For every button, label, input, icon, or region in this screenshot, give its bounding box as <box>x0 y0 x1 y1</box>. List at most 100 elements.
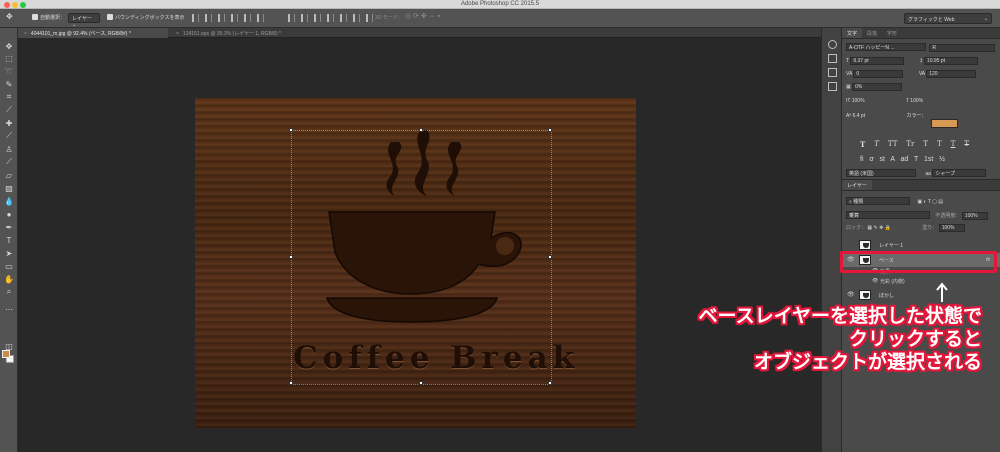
effect-eye-icon[interactable]: 👁 <box>872 278 878 284</box>
move-tool-icon[interactable]: ✥ <box>6 12 13 21</box>
stamp-tool-icon[interactable]: ♙ <box>4 144 14 154</box>
layer-filter-select[interactable]: ⌕ 種類 <box>846 197 910 205</box>
canvas-area[interactable]: Coffee Break <box>18 38 821 452</box>
fill-label: 塗り： <box>922 225 938 231</box>
auto-select-checkbox[interactable]: 自動選択： <box>32 14 65 21</box>
transform-handle[interactable] <box>548 255 552 259</box>
filter-icons[interactable]: ▣ ◐ T ▢ ▤ <box>917 199 943 205</box>
language-select[interactable]: 英語 (米国) <box>846 169 916 177</box>
annotation-line-2: クリックすると <box>848 328 982 350</box>
dodge-tool-icon[interactable]: ● <box>4 209 14 219</box>
tab-paragraph[interactable]: 段落 <box>862 28 882 38</box>
quick-select-tool-icon[interactable]: ✎ <box>4 79 14 89</box>
underline-button[interactable]: T <box>951 140 956 149</box>
transform-handle[interactable] <box>289 128 293 132</box>
transform-handle[interactable] <box>548 128 552 132</box>
transform-handle[interactable] <box>419 381 423 385</box>
fill-field[interactable]: 100% <box>938 224 965 232</box>
opacity-field[interactable]: 100% <box>961 212 988 220</box>
zoom-tool-icon[interactable]: ⌕ <box>4 287 14 297</box>
tab-layers[interactable]: レイヤー <box>842 180 872 190</box>
font-size-field[interactable]: 9.37 pt <box>850 57 905 65</box>
transform-handle[interactable] <box>289 255 293 259</box>
close-icon[interactable]: × <box>24 31 27 37</box>
layer-thumbnail <box>859 240 871 250</box>
type-tool-icon[interactable]: T <box>4 235 14 245</box>
lasso-tool-icon[interactable]: ➰ <box>4 66 14 76</box>
blur-tool-icon[interactable]: 💧 <box>4 196 14 206</box>
transform-handle[interactable] <box>548 381 552 385</box>
screen-mode-icon[interactable]: ▭ <box>4 354 14 364</box>
auto-select-target-select[interactable]: レイヤー ⌄ <box>68 13 100 28</box>
blend-mode-select[interactable]: 乗算 <box>846 211 930 219</box>
visibility-eye-icon[interactable]: 👁 <box>847 291 855 298</box>
tab-glyphs[interactable]: 字形 <box>882 28 902 38</box>
path-select-tool-icon[interactable]: ➤ <box>4 248 14 258</box>
font-family-select[interactable]: A-OTF ハッピーN ... <box>846 43 926 51</box>
brush-tool-icon[interactable]: ⟋ <box>4 131 14 141</box>
bounding-box-checkbox[interactable]: バウンディングボックスを表示 <box>107 14 185 21</box>
font-style-select[interactable]: R <box>929 44 996 52</box>
layer-thumbnail <box>859 290 871 300</box>
superscript-button[interactable]: T <box>923 140 928 149</box>
eraser-tool-icon[interactable]: ▱ <box>4 170 14 180</box>
adjustments-icon[interactable] <box>828 54 837 63</box>
transform-handle[interactable] <box>289 381 293 385</box>
move-tool-icon[interactable]: ✥ <box>4 41 14 51</box>
3d-orbit-icon[interactable]: ◎ ⟳ ✥ ⇔ ▪ <box>405 12 440 20</box>
libraries-icon[interactable] <box>828 82 837 91</box>
crop-tool-icon[interactable]: ⌗ <box>4 92 14 102</box>
distribute-buttons[interactable] <box>288 14 373 22</box>
artwork-title-text: Coffee Break <box>293 340 580 376</box>
align-buttons[interactable] <box>192 14 264 22</box>
opentype-buttons[interactable]: fi σ st A ad T 1st ½ <box>860 156 945 163</box>
quick-mask-icon[interactable]: ◫ <box>4 341 14 351</box>
small-caps-button[interactable]: Tr <box>906 140 914 149</box>
marquee-tool-icon[interactable]: ⬚ <box>4 53 14 63</box>
selected-layer-highlight <box>840 251 997 273</box>
horizontal-scale-value[interactable]: 100% <box>910 98 923 104</box>
leading-field[interactable]: 10.95 pt <box>923 57 978 65</box>
shape-tool-icon[interactable]: ▭ <box>4 261 14 271</box>
faux-italic-button[interactable]: T <box>874 140 879 149</box>
tab-character[interactable]: 文字 <box>842 28 863 38</box>
kerning-field[interactable]: 0 <box>853 70 904 78</box>
close-icon[interactable]: × <box>176 31 179 37</box>
hand-tool-icon[interactable]: ✋ <box>4 274 14 284</box>
document-image[interactable]: Coffee Break <box>195 98 636 428</box>
annotation-line-3: オブジェクトが選択される <box>753 351 982 373</box>
type-style-buttons[interactable]: T T TT Tr T T T T <box>860 140 969 149</box>
healing-tool-icon[interactable]: ✚ <box>4 118 14 128</box>
vertical-scale-value[interactable]: 100% <box>852 98 865 104</box>
more-tools-icon[interactable]: ⋯ <box>4 304 14 314</box>
tsume-field[interactable]: 0% <box>852 83 903 91</box>
swatches-icon[interactable] <box>828 68 837 77</box>
subscript-button[interactable]: T <box>937 140 942 149</box>
all-caps-button[interactable]: TT <box>888 140 897 149</box>
baseline-shift-value[interactable]: 6.4 pt <box>853 113 866 119</box>
history-icon[interactable] <box>828 40 837 49</box>
transform-handle[interactable] <box>419 128 423 132</box>
layer-row[interactable]: 👁 ぼかし <box>842 288 1000 302</box>
color-label: カラー： <box>906 113 927 119</box>
eyedropper-tool-icon[interactable]: ⟋ <box>4 105 14 115</box>
text-color-swatch[interactable] <box>931 119 958 128</box>
faux-bold-button[interactable]: T <box>860 140 865 149</box>
lock-icons[interactable]: ▦ ✎ ✥ 🔒 <box>867 225 891 231</box>
strikethrough-button[interactable]: T <box>964 140 969 149</box>
kerning-icon: VA <box>846 71 853 77</box>
effect-item-name: 光彩 (内側) <box>880 279 905 285</box>
layer-row[interactable]: レイヤー 1 <box>842 238 1000 252</box>
tab-document-2[interactable]: × 124151.eps @ 35.3% (レイヤー 1, RGB/8) * <box>170 28 320 38</box>
baseline-shift-icon: Aª <box>846 113 852 119</box>
pen-tool-icon[interactable]: ✒ <box>4 222 14 232</box>
effect-item-row[interactable]: 👁 光彩 (内側) <box>842 278 1000 287</box>
history-brush-icon[interactable]: ⟋ <box>4 157 14 167</box>
tab-document-1[interactable]: × 4044101_m.jpg @ 92.4% (ベース, RGB/8#) * <box>18 28 168 38</box>
horizontal-scale-icon: T <box>905 98 909 104</box>
workspace-select[interactable]: グラフィックと Web ⌄ <box>904 13 992 24</box>
antialias-select[interactable]: シャープ <box>932 169 987 177</box>
gradient-tool-icon[interactable]: ▨ <box>4 183 14 193</box>
tracking-field[interactable]: 120 <box>926 70 977 78</box>
annotation-line-1: ベースレイヤーを選択した状態で <box>698 305 982 327</box>
